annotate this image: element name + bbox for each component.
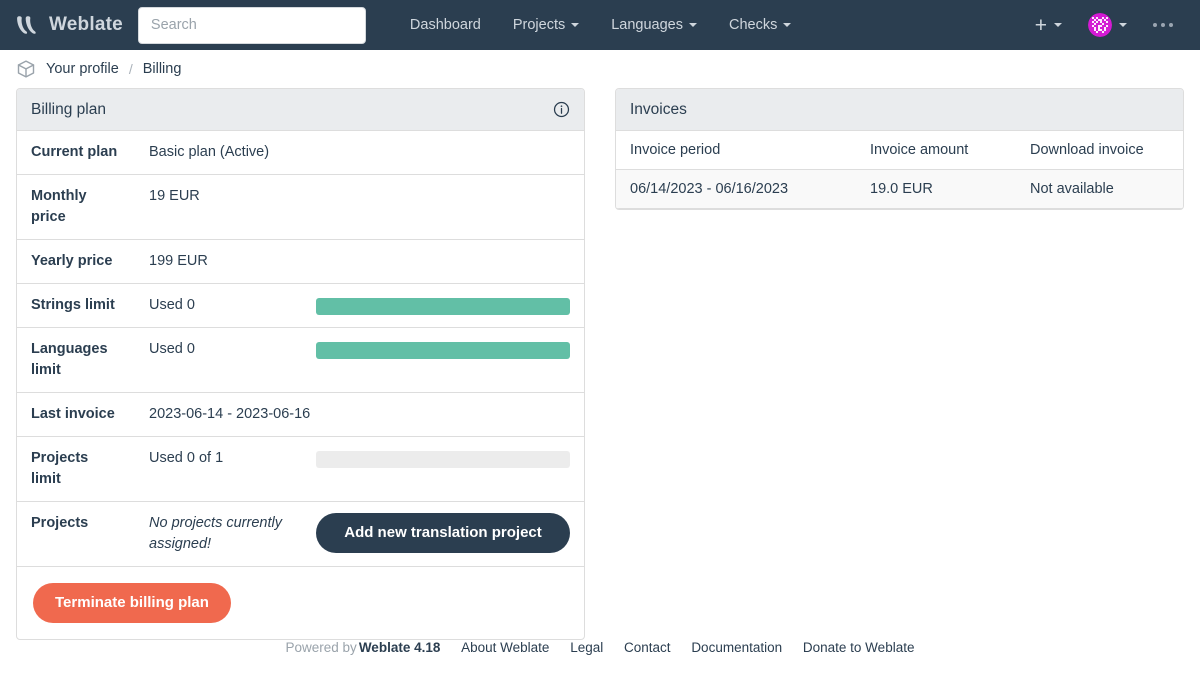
breadcrumb: Your profile / Billing	[0, 50, 1200, 88]
row-key: Strings limit	[17, 283, 135, 328]
table-row: Languages limit Used 0	[17, 327, 584, 393]
breadcrumb-separator: /	[128, 61, 133, 77]
breadcrumb-item-your-profile[interactable]: Your profile	[46, 61, 119, 77]
invoices-panel: Invoices Invoice period Invoice amount D…	[615, 88, 1184, 210]
weblate-logo-icon	[14, 12, 40, 38]
powered-by-label: Powered by	[285, 640, 357, 655]
chevron-down-icon	[1119, 23, 1127, 27]
row-key: Projects	[17, 501, 135, 567]
no-projects-text: No projects currently assigned!	[149, 515, 282, 553]
invoices-title: Invoices	[630, 100, 687, 118]
row-value: Basic plan (Active)	[149, 144, 270, 160]
table-row: Current plan Basic plan (Active)	[17, 131, 584, 175]
add-menu-button[interactable]: +	[1022, 7, 1075, 44]
search-input[interactable]	[137, 6, 366, 44]
invoices-table: Invoice period Invoice amount Download i…	[616, 131, 1183, 209]
add-new-translation-project-button[interactable]: Add new translation project	[316, 513, 570, 554]
chevron-down-icon	[571, 23, 580, 27]
row-value: 199 EUR	[135, 239, 584, 284]
cell-invoice-amount: 19.0 EUR	[856, 169, 1016, 209]
cell-download-invoice: Not available	[1016, 169, 1183, 209]
billing-plan-table: Current plan Basic plan (Active) Monthly…	[17, 131, 584, 640]
cube-icon	[16, 59, 36, 79]
projects-limit-progress-cell	[302, 436, 584, 502]
invoices-table-head: Invoice period Invoice amount Download i…	[616, 131, 1183, 170]
nav-label: Languages	[611, 17, 683, 33]
row-value: 2023-06-14 - 2023-06-16	[135, 392, 584, 437]
invoices-table-body: 06/14/2023 - 06/16/2023 19.0 EUR Not ava…	[616, 169, 1183, 209]
strings-limit-progress-cell	[302, 283, 584, 328]
strings-limit-progress-bar	[316, 298, 570, 316]
no-projects-message: No projects currently assigned!	[135, 501, 302, 567]
billing-plan-panel-header: Billing plan	[17, 89, 584, 131]
projects-limit-progress-bar	[316, 451, 570, 469]
info-circle-icon[interactable]	[553, 101, 570, 118]
row-value: Used 0	[135, 327, 302, 393]
billing-plan-title: Billing plan	[31, 100, 106, 118]
invoices-panel-header: Invoices	[616, 89, 1183, 131]
footer-link-donate[interactable]: Donate to Weblate	[803, 640, 915, 655]
row-key: Current plan	[31, 144, 118, 160]
nav-item-dashboard[interactable]: Dashboard	[394, 9, 497, 41]
row-key: Monthly price	[17, 174, 135, 240]
plus-icon: +	[1034, 13, 1047, 37]
table-header-row: Invoice period Invoice amount Download i…	[616, 131, 1183, 170]
invoices-column: Invoices Invoice period Invoice amount D…	[615, 88, 1184, 210]
nav-label: Dashboard	[409, 17, 481, 33]
footer-link-contact[interactable]: Contact	[624, 640, 671, 655]
row-value: Used 0 of 1	[135, 436, 302, 502]
column-header-download-invoice: Download invoice	[1016, 131, 1183, 170]
breadcrumb-item-billing: Billing	[142, 61, 182, 77]
footer-link-legal[interactable]: Legal	[570, 640, 603, 655]
row-key: Last invoice	[17, 392, 135, 437]
column-header-invoice-period: Invoice period	[616, 131, 856, 170]
table-row: Yearly price 199 EUR	[17, 239, 584, 284]
row-key: Projects limit	[17, 436, 135, 502]
top-navbar: Weblate Dashboard Projects Languages Che…	[0, 0, 1200, 50]
weblate-version: Weblate 4.18	[358, 640, 441, 655]
main-nav: Dashboard Projects Languages Checks	[394, 9, 807, 41]
table-row: Projects limit Used 0 of 1	[17, 436, 584, 502]
cell-invoice-period: 06/14/2023 - 06/16/2023	[616, 169, 856, 209]
nav-item-checks[interactable]: Checks	[713, 9, 807, 41]
nav-label: Checks	[729, 17, 778, 33]
footer-link-about-weblate[interactable]: About Weblate	[461, 640, 549, 655]
main-content: Billing plan Current plan Basic plan (Ac…	[0, 88, 1200, 641]
nav-label: Projects	[512, 17, 566, 33]
chevron-down-icon	[1054, 23, 1062, 27]
table-row: Monthly price 19 EUR	[17, 174, 584, 240]
page-footer: Powered by Weblate 4.18 About Weblate Leg…	[0, 632, 1200, 663]
row-key: Languages limit	[17, 327, 135, 393]
footer-link-documentation[interactable]: Documentation	[691, 640, 782, 655]
progress-fill	[316, 298, 570, 316]
billing-plan-actions-row: Terminate billing plan	[17, 566, 584, 640]
terminate-cell: Terminate billing plan	[17, 566, 584, 640]
brand-logo-link[interactable]: Weblate	[14, 12, 123, 38]
billing-plan-column: Billing plan Current plan Basic plan (Ac…	[16, 88, 585, 641]
table-row: Projects No projects currently assigned!…	[17, 501, 584, 567]
brand-name: Weblate	[49, 14, 123, 35]
ellipsis-icon	[1153, 23, 1173, 27]
chevron-down-icon	[783, 23, 792, 27]
languages-limit-progress-cell	[302, 327, 584, 393]
user-menu-button[interactable]	[1075, 5, 1140, 45]
row-key: Yearly price	[17, 239, 135, 284]
table-row: Last invoice 2023-06-14 - 2023-06-16	[17, 392, 584, 437]
chevron-down-icon	[689, 23, 697, 27]
row-value: Used 0	[135, 283, 302, 328]
table-row: 06/14/2023 - 06/16/2023 19.0 EUR Not ava…	[616, 169, 1183, 209]
navbar-right-actions: +	[1022, 5, 1186, 45]
overflow-menu-button[interactable]	[1140, 15, 1186, 35]
languages-limit-progress-bar	[316, 342, 570, 360]
nav-item-languages[interactable]: Languages	[595, 9, 713, 41]
add-project-cell: Add new translation project	[302, 501, 584, 567]
progress-fill	[316, 342, 570, 360]
row-value: 19 EUR	[135, 174, 584, 240]
user-avatar-identicon	[1088, 13, 1112, 37]
terminate-billing-plan-button[interactable]: Terminate billing plan	[33, 583, 231, 624]
nav-item-projects[interactable]: Projects	[497, 9, 595, 41]
table-row: Strings limit Used 0	[17, 283, 584, 328]
billing-plan-panel: Billing plan Current plan Basic plan (Ac…	[16, 88, 585, 641]
column-header-invoice-amount: Invoice amount	[856, 131, 1016, 170]
